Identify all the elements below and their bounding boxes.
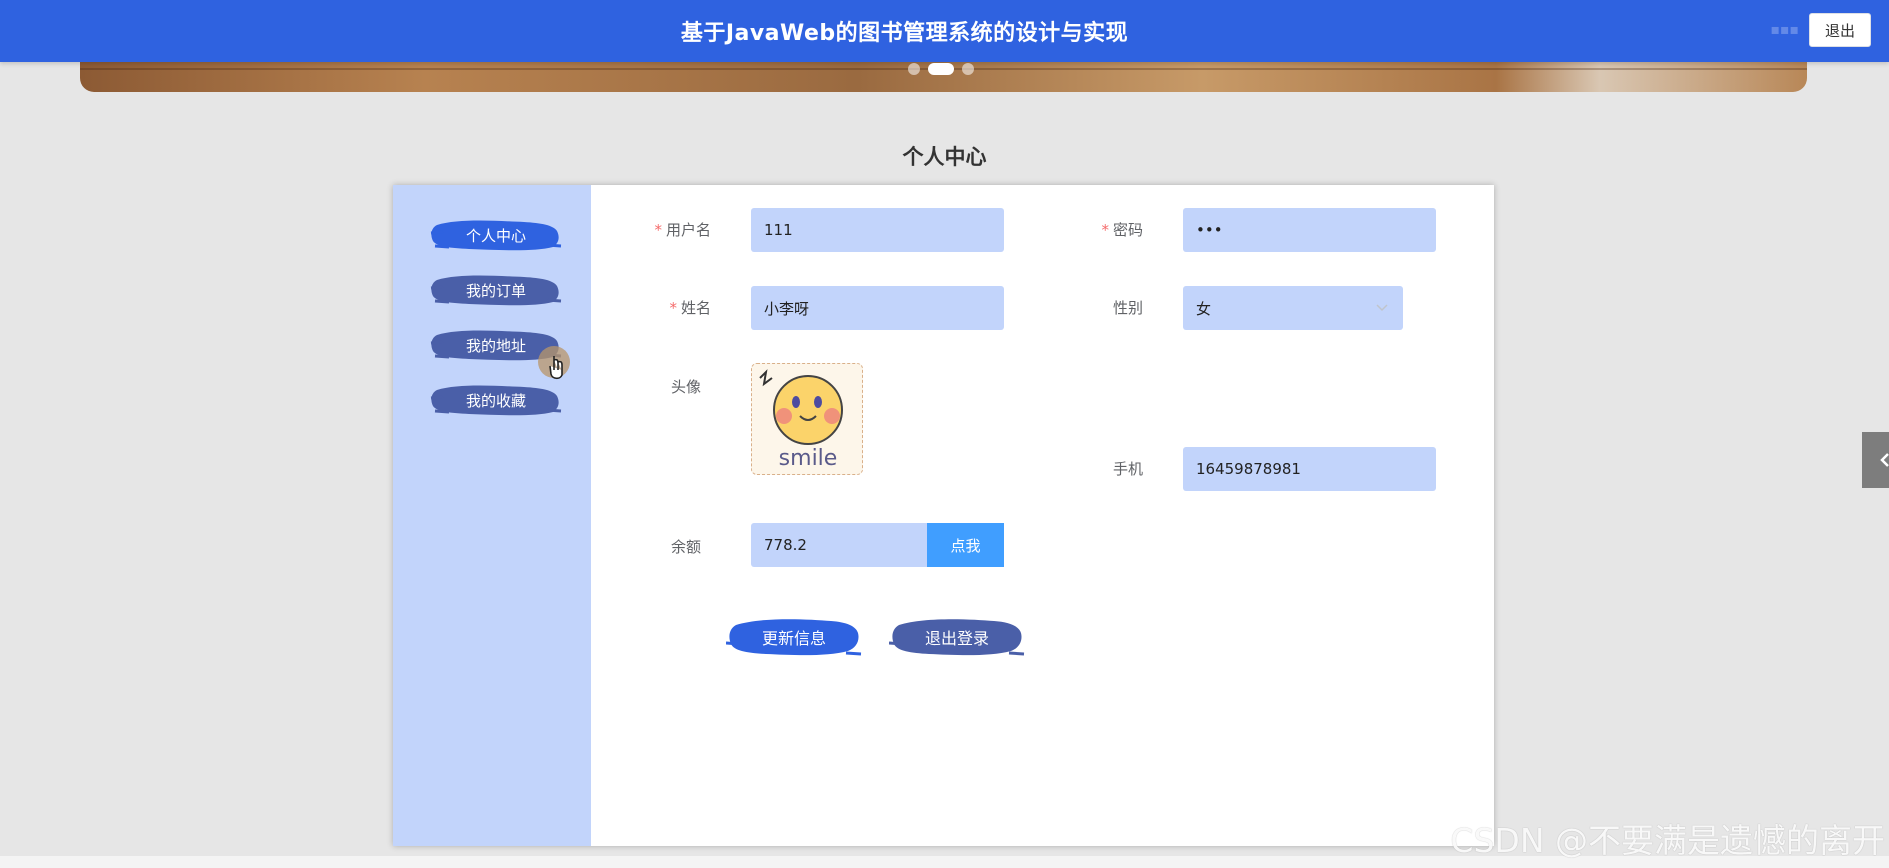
logout-form-label: 退出登录 [924,629,989,648]
username-input[interactable]: 111 [751,208,1004,252]
phone-label: 手机 [1112,460,1143,478]
avatar-label: 头像 [670,378,701,396]
password-input[interactable]: ••• [1183,208,1436,252]
logout-form-button[interactable]: 退出登录 [889,613,1025,661]
update-info-label: 更新信息 [761,629,826,648]
avatar-upload[interactable]: smile [751,363,863,475]
chevron-left-icon [1880,453,1889,467]
name-label: * 姓名 [669,299,711,317]
watermark: CSDN @不要满是遗憾的离开 [1450,821,1885,860]
sidebar-item-label: 我的收藏 [465,391,526,410]
carousel-dot-active[interactable] [928,63,954,75]
carousel-indicators [908,63,974,75]
chevron-down-icon [1376,304,1388,312]
gender-select[interactable]: 女 [1183,286,1403,330]
user-indicator: ▪▪▪ [1770,22,1799,38]
avatar-smile-image: smile [752,364,862,474]
update-info-button[interactable]: 更新信息 [726,613,862,661]
profile-card: 个人中心 我的订单 我的地址 我的收藏 * 用户名 111 * 密码 ••• *… [393,185,1494,846]
page-title: 个人中心 [902,145,987,169]
avatar-image-text: smile [779,446,838,471]
carousel-dot[interactable] [908,63,920,75]
header-logout-button[interactable]: 退出 [1809,13,1871,47]
sidebar-item-label: 我的地址 [465,336,526,355]
username-label: * 用户名 [654,221,711,239]
balance-label: 余额 [670,538,701,556]
password-label: * 密码 [1101,221,1143,239]
gender-label: 性别 [1112,299,1143,317]
name-input[interactable]: 小李呀 [751,286,1004,330]
balance-input[interactable]: 778.2 [751,523,927,567]
sidebar-item-label: 个人中心 [465,226,526,245]
carousel-dot[interactable] [962,63,974,75]
sidebar-item-orders[interactable]: 我的订单 [429,270,563,310]
hand-cursor-icon [535,346,577,388]
sidebar-item-profile[interactable]: 个人中心 [429,215,563,255]
sidebar-item-label: 我的订单 [465,281,526,300]
side-drawer-tab[interactable] [1862,432,1889,488]
profile-form: * 用户名 111 * 密码 ••• * 姓名 小李呀 性别 女 头像 smil… [591,185,1494,846]
recharge-button[interactable]: 点我 [927,523,1004,567]
app-title: 基于JavaWeb的图书管理系统的设计与实现 [680,21,1129,46]
gender-value: 女 [1196,299,1212,318]
phone-input[interactable]: 16459878981 [1183,447,1436,491]
top-navbar: 基于JavaWeb的图书管理系统的设计与实现 ▪▪▪ 退出 [0,0,1889,62]
sidebar: 个人中心 我的订单 我的地址 我的收藏 [393,185,591,846]
